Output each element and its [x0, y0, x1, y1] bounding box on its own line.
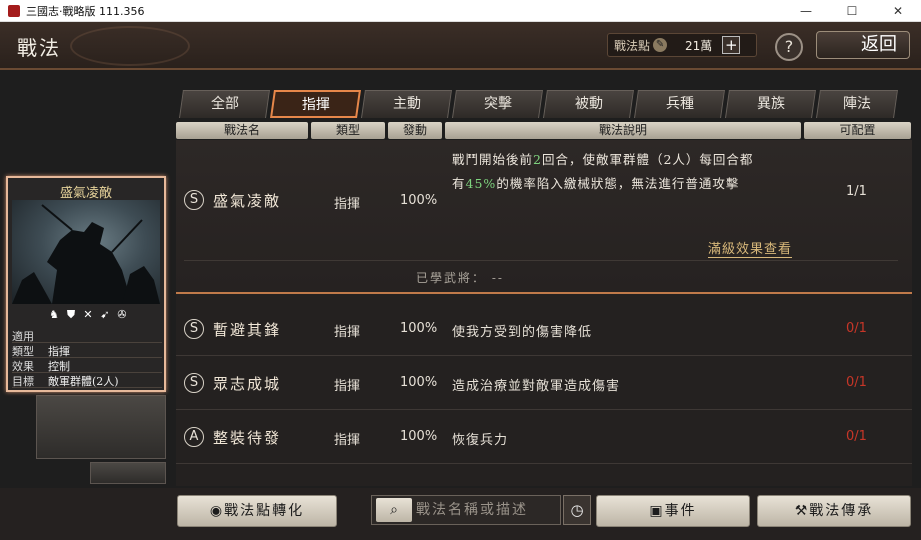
row-divider	[184, 260, 898, 261]
col-header-type[interactable]: 類型	[311, 122, 385, 139]
card-title: 盛氣凌敵	[59, 186, 112, 201]
window-titlebar: 三國志·戰略版 111.356 — ☐ ✕	[0, 0, 921, 22]
hammer-icon: ⚒	[794, 503, 810, 519]
game-window: 三國志·戰略版 111.356 — ☐ ✕ 戰法 戰法點 ✎ 21萬 + ? 返…	[0, 0, 921, 540]
search-input[interactable]	[416, 499, 556, 521]
col-header-description: 戰法說明	[445, 122, 801, 139]
bow-icon: ✕	[83, 308, 93, 321]
app-icon	[8, 4, 20, 17]
shield-icon: ⛊	[66, 308, 76, 321]
event-button[interactable]: ▣事件	[596, 495, 750, 527]
tab-all[interactable]: 全部	[179, 90, 270, 118]
search-box: ⌕	[371, 495, 561, 525]
quill-icon: ✎	[653, 38, 668, 52]
col-header-trigger[interactable]: 發動	[388, 122, 442, 139]
slot-count: 1/1	[846, 184, 867, 199]
tab-assault[interactable]: 突擊	[452, 90, 543, 118]
back-button[interactable]: 返回	[816, 31, 910, 59]
table-row-selected[interactable]: S 盛氣凌敵 指揮 100% 戰鬥開始後前2回合，使敵軍群體（2人）每回合都 有…	[176, 140, 912, 294]
category-tabs: 全部 指揮 主動 突擊 被動 兵種 異族 陣法	[179, 90, 900, 120]
table-row[interactable]: S 眾志成城 指揮 100% 造成治療並對敵軍造成傷害 0/1	[176, 356, 912, 410]
convert-points-button[interactable]: ◉戰法點轉化	[177, 495, 337, 527]
inherit-tactic-button[interactable]: ⚒戰法傳承	[757, 495, 911, 527]
highlight-value: 45%	[465, 176, 497, 191]
tactic-description: 戰鬥開始後前2回合，使敵軍群體（2人）每回合都 有45%的機率陷入繳械狀態，無法…	[452, 152, 754, 191]
tab-command[interactable]: 指揮	[270, 90, 361, 118]
tactic-type: 指揮	[334, 197, 361, 212]
slot-count: 0/1	[846, 429, 867, 444]
card-stack-back	[36, 395, 166, 459]
tactic-description: 使我方受到的傷害降低	[452, 325, 593, 340]
tactic-type: 指揮	[334, 325, 361, 340]
scroll-icon: ▣	[649, 503, 665, 519]
slot-count: 0/1	[846, 375, 867, 390]
add-points-button[interactable]: +	[722, 36, 741, 54]
tactic-card: 盛氣凌敵 ♞ ⛊ ✕ ➹ ✇ 適用 類型 指揮 效果 控制 目標 敵軍群體(2人)	[6, 176, 166, 392]
search-icon[interactable]: ⌕	[376, 498, 412, 522]
table-row[interactable]: S 暫避其鋒 指揮 100% 使我方受到的傷害降低 0/1	[176, 302, 912, 356]
tab-passive[interactable]: 被動	[543, 90, 634, 118]
slot-count: 0/1	[846, 321, 867, 336]
clock-icon[interactable]: ◷	[563, 495, 591, 525]
col-header-name[interactable]: 戰法名	[176, 122, 308, 139]
tactic-type: 指揮	[334, 433, 361, 448]
tactic-description: 造成治療並對敵軍造成傷害	[452, 379, 621, 394]
maximize-button[interactable]: ☐	[829, 0, 875, 22]
tab-troop-type[interactable]: 兵種	[634, 90, 725, 118]
window-title: 三國志·戰略版 111.356	[26, 4, 145, 18]
tactics-table: S 盛氣凌敵 指揮 100% 戰鬥開始後前2回合，使敵軍群體（2人）每回合都 有…	[176, 140, 912, 486]
tactic-rate: 100%	[400, 429, 438, 444]
applicable-troop-icons: ♞ ⛊ ✕ ➹ ✇	[48, 309, 128, 321]
tactic-description: 恢復兵力	[452, 433, 509, 448]
grade-badge: S	[184, 319, 204, 339]
card-row-applicable: 適用	[12, 328, 162, 343]
grade-badge: S	[184, 373, 204, 393]
table-row[interactable]: A 整裝待發 指揮 100% 恢復兵力 0/1	[176, 410, 912, 464]
flame-icon: ◉	[209, 503, 225, 519]
card-row-type: 類型 指揮	[12, 343, 162, 358]
page-title: 戰法	[17, 36, 61, 60]
points-value: 21萬	[685, 38, 713, 53]
tactic-rate: 100%	[400, 375, 438, 390]
tactic-points-display: 戰法點 ✎ 21萬 +	[607, 33, 757, 57]
card-artwork	[12, 200, 160, 304]
decorative-swirl	[70, 26, 190, 66]
grade-badge: A	[184, 427, 204, 447]
grade-badge: S	[184, 190, 204, 210]
points-label: 戰法點	[614, 38, 651, 53]
card-stack-back-2	[90, 462, 166, 484]
help-button[interactable]: ?	[775, 33, 803, 61]
tab-active[interactable]: 主動	[361, 90, 452, 118]
tactic-type: 指揮	[334, 379, 361, 394]
wheel-icon: ✇	[117, 308, 127, 321]
tactic-name: 暫避其鋒	[213, 321, 282, 339]
tab-foreign[interactable]: 異族	[725, 90, 816, 118]
col-header-slots[interactable]: 可配置	[804, 122, 911, 139]
card-row-target: 目標 敵軍群體(2人)	[12, 373, 162, 388]
tactic-name: 盛氣凌敵	[213, 192, 282, 210]
tactic-rate: 100%	[400, 321, 438, 336]
learned-generals: 已學武將： --	[416, 271, 504, 285]
tactic-name: 眾志成城	[213, 375, 282, 393]
minimize-button[interactable]: —	[783, 0, 829, 22]
card-row-effect: 效果 控制	[12, 358, 162, 373]
tactic-rate: 100%	[400, 193, 438, 208]
tactic-name: 整裝待發	[213, 429, 282, 447]
tab-formation[interactable]: 陣法	[816, 90, 898, 118]
cavalry-icon: ♞	[49, 308, 59, 321]
highlight-value: 2	[533, 152, 542, 167]
close-button[interactable]: ✕	[875, 0, 921, 22]
spear-icon: ➹	[100, 308, 110, 321]
full-effect-link[interactable]: 滿級效果查看	[708, 238, 793, 258]
